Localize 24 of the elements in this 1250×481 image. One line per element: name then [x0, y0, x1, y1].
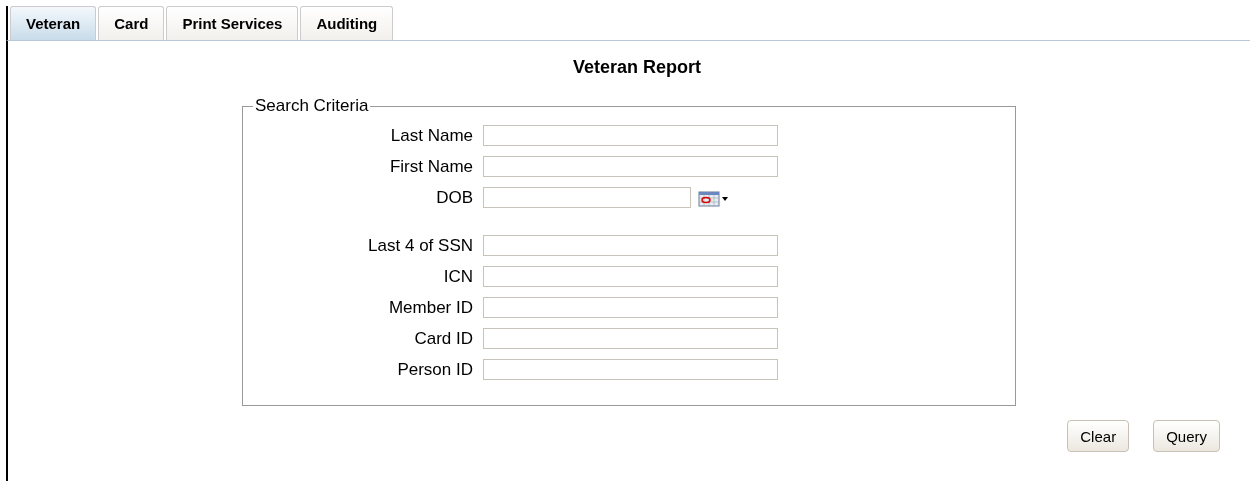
- text-input-field[interactable]: [483, 235, 778, 256]
- field-label: Last 4 of SSN: [367, 235, 474, 256]
- tab[interactable]: Veteran: [10, 6, 97, 40]
- field-label: ICN: [442, 266, 474, 287]
- field-label: First Name: [388, 156, 474, 177]
- field-label: DOB: [435, 187, 474, 208]
- field-label: Card ID: [413, 328, 474, 349]
- field-label: Person ID: [396, 359, 474, 380]
- query-button[interactable]: Query: [1153, 420, 1220, 452]
- text-input-field[interactable]: [483, 328, 778, 349]
- tab[interactable]: Print Services: [166, 6, 299, 40]
- text-input-field[interactable]: [483, 297, 778, 318]
- report-title: Veteran Report: [571, 56, 702, 79]
- text-input-field[interactable]: [483, 125, 778, 146]
- tab[interactable]: Auditing: [300, 6, 394, 40]
- field-label: Last Name: [389, 125, 474, 146]
- text-input-field[interactable]: [483, 359, 778, 380]
- clear-button[interactable]: Clear: [1067, 420, 1130, 452]
- date-input-field[interactable]: [483, 187, 691, 208]
- panel-legend: Search Criteria: [253, 96, 371, 116]
- tab[interactable]: Card: [98, 6, 165, 40]
- text-input-field[interactable]: [483, 266, 778, 287]
- field-label: Member ID: [387, 297, 474, 318]
- text-input-field[interactable]: [483, 156, 778, 177]
